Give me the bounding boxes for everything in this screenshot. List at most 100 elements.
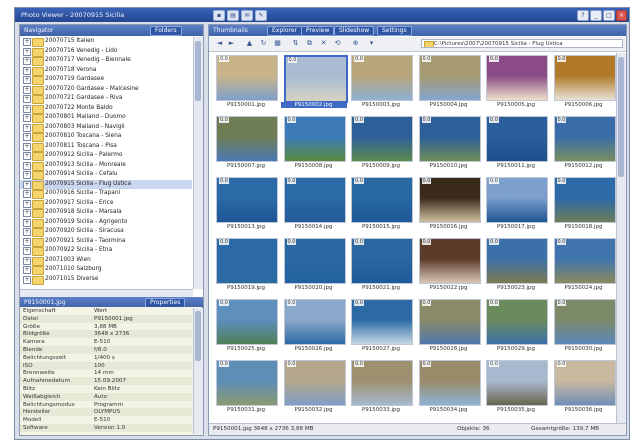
- thumbnail[interactable]: 0.0 P9150029.jpg: [483, 299, 549, 359]
- expand-icon[interactable]: +: [23, 237, 31, 246]
- tree-item[interactable]: +20070722 Monte Baldo: [20, 104, 192, 114]
- thumbnail-image[interactable]: 0.0: [216, 116, 278, 162]
- thumbnail-image[interactable]: 0.0: [283, 360, 346, 406]
- thumbnail-image[interactable]: 0.0: [351, 299, 413, 345]
- expand-icon[interactable]: +: [23, 275, 31, 284]
- thumbnail-image[interactable]: 0.0: [553, 299, 616, 345]
- tree-item[interactable]: +20071003 Wien: [20, 256, 192, 266]
- thumbnail[interactable]: 0.0 P9150034.jpg: [416, 360, 482, 420]
- thumbnail-image[interactable]: 0.0: [553, 238, 616, 284]
- thumbnail[interactable]: 0.0 P9150022.jpg: [416, 238, 482, 298]
- thumbnail[interactable]: 0.0 P9150010.jpg: [416, 116, 482, 176]
- forward-icon[interactable]: ►: [227, 39, 236, 48]
- thumbnail-image[interactable]: 0.0: [216, 55, 278, 101]
- delete-icon[interactable]: ✕: [319, 39, 328, 48]
- thumbnail-image[interactable]: 0.0: [553, 177, 616, 223]
- thumbnail[interactable]: 0.0 P9150014.jpg: [281, 177, 347, 237]
- tree-item[interactable]: +20070920 Sicilia - Siracusa: [20, 227, 192, 237]
- expand-icon[interactable]: +: [23, 199, 31, 208]
- expand-icon[interactable]: +: [23, 142, 31, 151]
- tree-item[interactable]: +20070916 Sicilia - Trapani: [20, 189, 192, 199]
- tree-item[interactable]: +20070801 Mailand - Duomo: [20, 113, 192, 123]
- thumbnail-image[interactable]: 0.0: [486, 299, 548, 345]
- up-folder-icon[interactable]: ▲: [245, 39, 254, 48]
- thumbnail-image[interactable]: 0.0: [283, 177, 346, 223]
- tree-item[interactable]: +20071015 Diverse: [20, 275, 192, 285]
- thumbnail[interactable]: 0.0 P9150011.jpg: [483, 116, 549, 176]
- thumbnail[interactable]: 0.0 P9150026.jpg: [281, 299, 347, 359]
- thumbnail-image[interactable]: 0.0: [283, 299, 346, 345]
- tree-item[interactable]: +20070913 Sicilia - Monreale: [20, 161, 192, 171]
- thumbnail[interactable]: 0.0 P9150030.jpg: [551, 299, 617, 359]
- expand-icon[interactable]: +: [23, 171, 31, 179]
- thumbnail-image[interactable]: 0.0: [283, 116, 346, 162]
- thumbnail[interactable]: 0.0 P9150007.jpg: [213, 116, 279, 176]
- thumbnail[interactable]: 0.0 P9150009.jpg: [348, 116, 414, 176]
- thumbnail-image[interactable]: 0.0: [486, 360, 548, 406]
- thumbnail-image[interactable]: 0.0: [418, 55, 481, 101]
- expand-icon[interactable]: +: [23, 95, 31, 103]
- thumbnail-image[interactable]: 0.0: [486, 238, 548, 284]
- thumbnail[interactable]: 0.0 P9150006.jpg: [551, 55, 617, 115]
- thumbnail[interactable]: 0.0 P9150032.jpg: [281, 360, 347, 420]
- thumbnail-image[interactable]: 0.0: [553, 55, 616, 101]
- thumbnail-image[interactable]: 0.0: [351, 360, 413, 406]
- sort-icon[interactable]: ⇅: [291, 39, 300, 48]
- thumbnail[interactable]: 0.0 P9150002.jpg: [280, 55, 348, 115]
- thumbnail[interactable]: 0.0 P9150021.jpg: [348, 238, 414, 298]
- tab-folders[interactable]: Folders: [150, 26, 182, 36]
- thumbnail-image[interactable]: 0.0: [418, 116, 481, 162]
- rotate-icon[interactable]: ⟲: [333, 39, 342, 48]
- tab-explorer[interactable]: Explorer: [267, 26, 302, 36]
- thumbnail-image[interactable]: 0.0: [351, 55, 413, 101]
- tree-item[interactable]: +20070914 Sicilia - Cefalu: [20, 170, 192, 180]
- thumbnail-image[interactable]: 0.0: [418, 299, 481, 345]
- help-button[interactable]: ?: [577, 10, 589, 21]
- expand-icon[interactable]: +: [23, 190, 31, 198]
- props-scroll-thumb[interactable]: [195, 311, 201, 361]
- thumbnail-image[interactable]: 0.0: [418, 360, 481, 406]
- thumbnail-image[interactable]: 0.0: [216, 299, 278, 345]
- chevron-down-icon[interactable]: ▾: [367, 39, 376, 48]
- thumbnail-image[interactable]: 0.0: [283, 238, 346, 284]
- expand-icon[interactable]: +: [23, 47, 31, 56]
- settings-icon[interactable]: ✎: [255, 10, 267, 21]
- expand-icon[interactable]: +: [23, 76, 31, 84]
- view-icon[interactable]: ▦: [273, 39, 282, 48]
- grid-scrollbar[interactable]: [616, 53, 626, 423]
- expand-icon[interactable]: +: [23, 133, 31, 141]
- expand-icon[interactable]: +: [23, 228, 31, 236]
- thumbnail[interactable]: 0.0 P9150023.jpg: [483, 238, 549, 298]
- expand-icon[interactable]: +: [23, 256, 31, 265]
- thumbnail-image[interactable]: 0.0: [216, 177, 278, 223]
- thumbnail[interactable]: 0.0 P9150019.jpg: [213, 238, 279, 298]
- thumbnail-grid[interactable]: 0.0 P9150001.jpg 0.0 P9150002.jpg 0.0 P915000…: [209, 53, 616, 423]
- mail-icon[interactable]: ✉: [241, 10, 253, 21]
- grid-scroll-thumb[interactable]: [618, 57, 624, 177]
- expand-icon[interactable]: +: [23, 247, 31, 255]
- thumbnail-image[interactable]: 0.0: [216, 238, 278, 284]
- thumbnail[interactable]: 0.0 P9150036.jpg: [551, 360, 617, 420]
- thumbnail[interactable]: 0.0 P9150013.jpg: [213, 177, 279, 237]
- expand-icon[interactable]: +: [23, 38, 31, 46]
- thumbnail[interactable]: 0.0 P9150035.jpg: [483, 360, 549, 420]
- thumbnail[interactable]: 0.0 P9150012.jpg: [551, 116, 617, 176]
- thumbnail-image[interactable]: 0.0: [553, 360, 616, 406]
- tab-preview[interactable]: Preview: [301, 26, 335, 36]
- thumbnail[interactable]: 0.0 P9150031.jpg: [213, 360, 279, 420]
- thumbnail[interactable]: 0.0 P9150020.jpg: [281, 238, 347, 298]
- thumbnail-image[interactable]: 0.0: [351, 177, 413, 223]
- thumbnail-image[interactable]: 0.0: [418, 177, 481, 223]
- thumbnail-image[interactable]: 0.0: [486, 177, 548, 223]
- thumbnail[interactable]: 0.0 P9150025.jpg: [213, 299, 279, 359]
- thumbnail[interactable]: 0.0 P9150005.jpg: [483, 55, 549, 115]
- save-icon[interactable]: ▪: [213, 10, 225, 21]
- thumbnail[interactable]: 0.0 P9150033.jpg: [348, 360, 414, 420]
- expand-icon[interactable]: +: [23, 123, 31, 132]
- back-icon[interactable]: ◄: [215, 39, 224, 48]
- thumbnail[interactable]: 0.0 P9150018.jpg: [551, 177, 617, 237]
- tree-item[interactable]: +20070915 Sicilia - Flug Ustica: [20, 179, 192, 190]
- expand-icon[interactable]: +: [23, 209, 31, 217]
- tree-item[interactable]: +20070721 Gardasee - Riva: [20, 94, 192, 104]
- tree-item[interactable]: +20070918 Sicilia - Marsala: [20, 208, 192, 218]
